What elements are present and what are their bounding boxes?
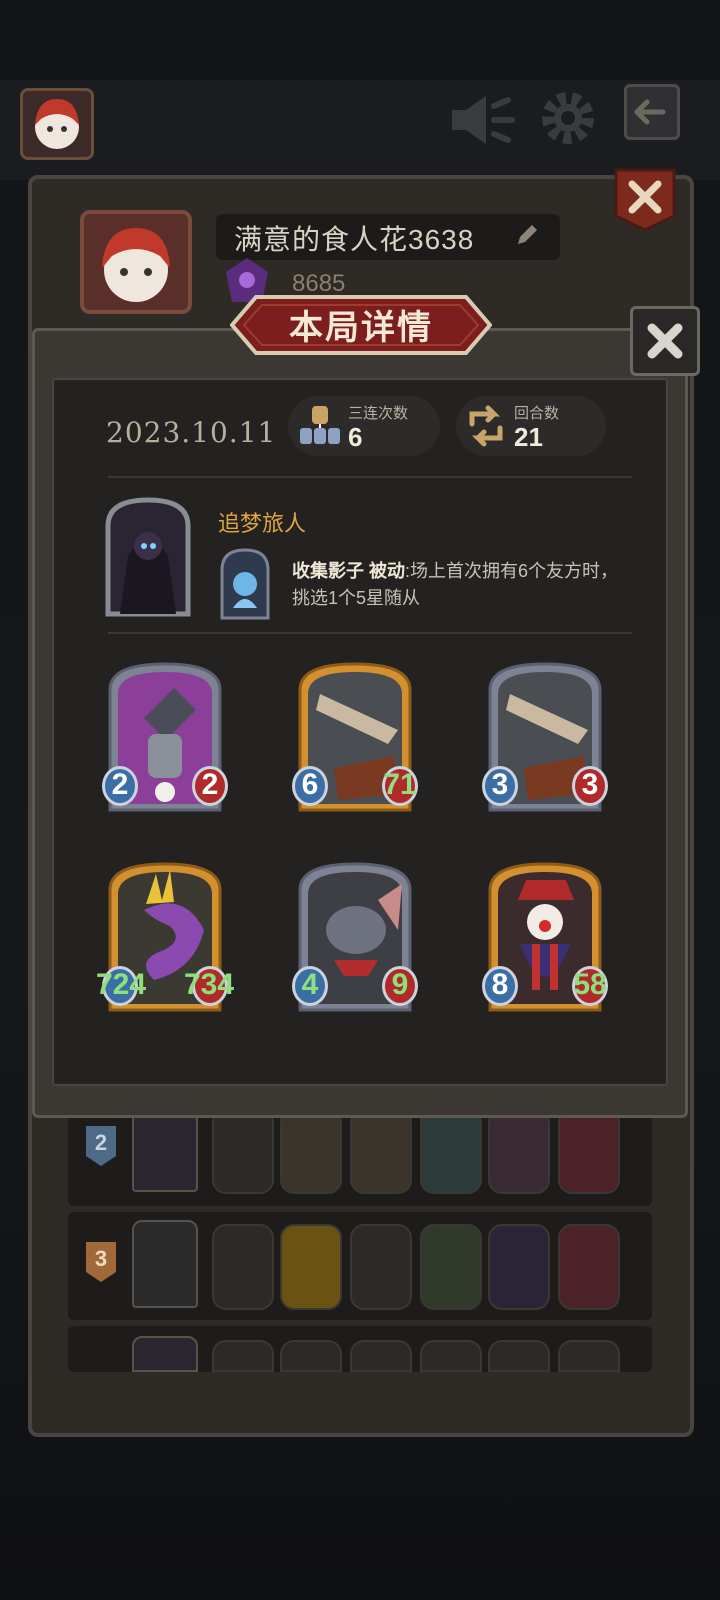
skill-type: 被动 [369, 561, 406, 581]
history-minion[interactable] [488, 1340, 550, 1372]
rounds-label: 回合数 [514, 405, 560, 422]
rounds-icon [469, 405, 503, 447]
attack-value: 3 [491, 768, 509, 801]
rank-badge: 3 [84, 1240, 118, 1284]
minion-card[interactable]: 3 3 [482, 660, 608, 820]
history-minion[interactable] [212, 1224, 274, 1310]
hero-skill-description: 收集影子 被动:场上首次拥有6个友方时，挑选1个5星随从 [292, 558, 632, 612]
history-hero-portrait[interactable] [132, 1220, 198, 1308]
triple-icon [300, 406, 340, 444]
history-minion[interactable] [350, 1224, 412, 1310]
hero-portrait[interactable] [100, 496, 196, 622]
history-minion[interactable] [558, 1224, 620, 1310]
hero-name: 追梦旅人 [218, 511, 307, 536]
rank-number: 2 [94, 1130, 108, 1155]
minion-card[interactable]: 8 58 [482, 860, 608, 1020]
minion-card[interactable]: 724 734 [96, 860, 234, 1020]
health-value: 3 [581, 768, 599, 801]
gear-icon[interactable] [536, 86, 600, 150]
hero-skill-icon[interactable] [218, 548, 272, 620]
pencil-icon[interactable] [514, 222, 540, 248]
match-date: 2023.10.11 [106, 416, 277, 449]
rank-number: 3 [94, 1246, 108, 1271]
history-minion[interactable] [558, 1340, 620, 1372]
history-minion[interactable] [488, 1108, 550, 1194]
health-value: 71 [383, 768, 417, 801]
minion-card[interactable]: 6 71 [292, 660, 418, 820]
avatar-icon [35, 99, 79, 149]
profile-close-button[interactable] [614, 168, 676, 232]
attack-value: 4 [301, 968, 319, 1001]
history-minion[interactable] [420, 1224, 482, 1310]
history-minion[interactable] [280, 1224, 342, 1310]
attack-value: 724 [95, 968, 147, 1001]
player-avatar-button[interactable] [20, 88, 94, 160]
skill-name: 收集影子 [292, 561, 364, 581]
history-minion[interactable] [280, 1340, 342, 1372]
player-name: 满意的食人花3638 [234, 224, 475, 255]
history-minion[interactable] [420, 1108, 482, 1194]
health-value: 734 [183, 968, 235, 1001]
history-minion[interactable] [350, 1108, 412, 1194]
divider [108, 632, 632, 634]
attack-value: 8 [491, 968, 509, 1001]
divider [108, 476, 632, 478]
minion-card[interactable]: 2 2 [102, 660, 228, 820]
health-value: 2 [201, 768, 219, 801]
health-value: 9 [391, 968, 409, 1001]
attack-value: 2 [111, 768, 129, 801]
history-minion[interactable] [212, 1340, 274, 1372]
rank-badge: 2 [84, 1124, 118, 1168]
triples-label: 三连次数 [348, 405, 409, 422]
history-minion[interactable] [558, 1108, 620, 1194]
history-minion[interactable] [420, 1340, 482, 1372]
history-minion[interactable] [488, 1224, 550, 1310]
modal-title: 本局详情 [289, 309, 433, 347]
top-bar [0, 80, 720, 180]
health-value: 58 [573, 968, 607, 1001]
history-minion[interactable] [350, 1340, 412, 1372]
attack-value: 6 [301, 768, 319, 801]
speaker-icon[interactable] [448, 92, 516, 148]
history-minion[interactable] [280, 1108, 342, 1194]
exit-icon[interactable] [624, 84, 680, 140]
profile-avatar [80, 210, 192, 314]
rounds-value: 21 [514, 422, 543, 452]
close-icon [647, 323, 683, 359]
triples-value: 6 [348, 422, 363, 452]
history-hero-portrait[interactable] [132, 1336, 198, 1372]
history-minion[interactable] [212, 1108, 274, 1194]
minion-card[interactable]: 4 9 [292, 860, 418, 1020]
